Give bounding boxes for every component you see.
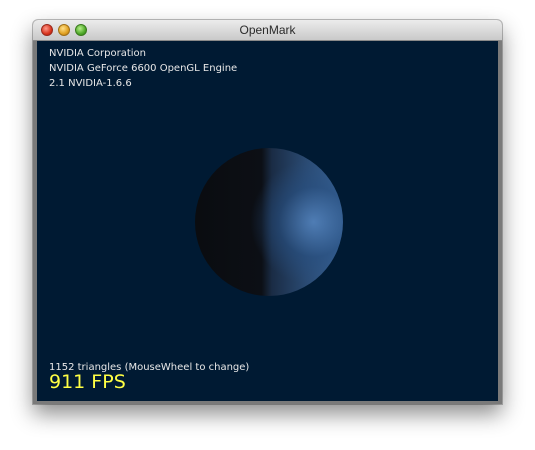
gl-vendor: NVIDIA Corporation [49,48,147,59]
gl-version: 2.1 NVIDIA-1.6.6 [49,78,132,89]
window-title: OpenMark [239,23,296,37]
opengl-viewport[interactable]: NVIDIA Corporation NVIDIA GeForce 6600 O… [37,41,498,401]
gl-renderer: NVIDIA GeForce 6600 OpenGL Engine [49,63,238,74]
rendered-sphere [195,148,343,296]
fps-counter: 911 FPS [49,371,126,393]
app-window: OpenMark NVIDIA Corporation NVIDIA GeFor… [33,20,502,404]
title-bar[interactable]: OpenMark [33,20,502,41]
